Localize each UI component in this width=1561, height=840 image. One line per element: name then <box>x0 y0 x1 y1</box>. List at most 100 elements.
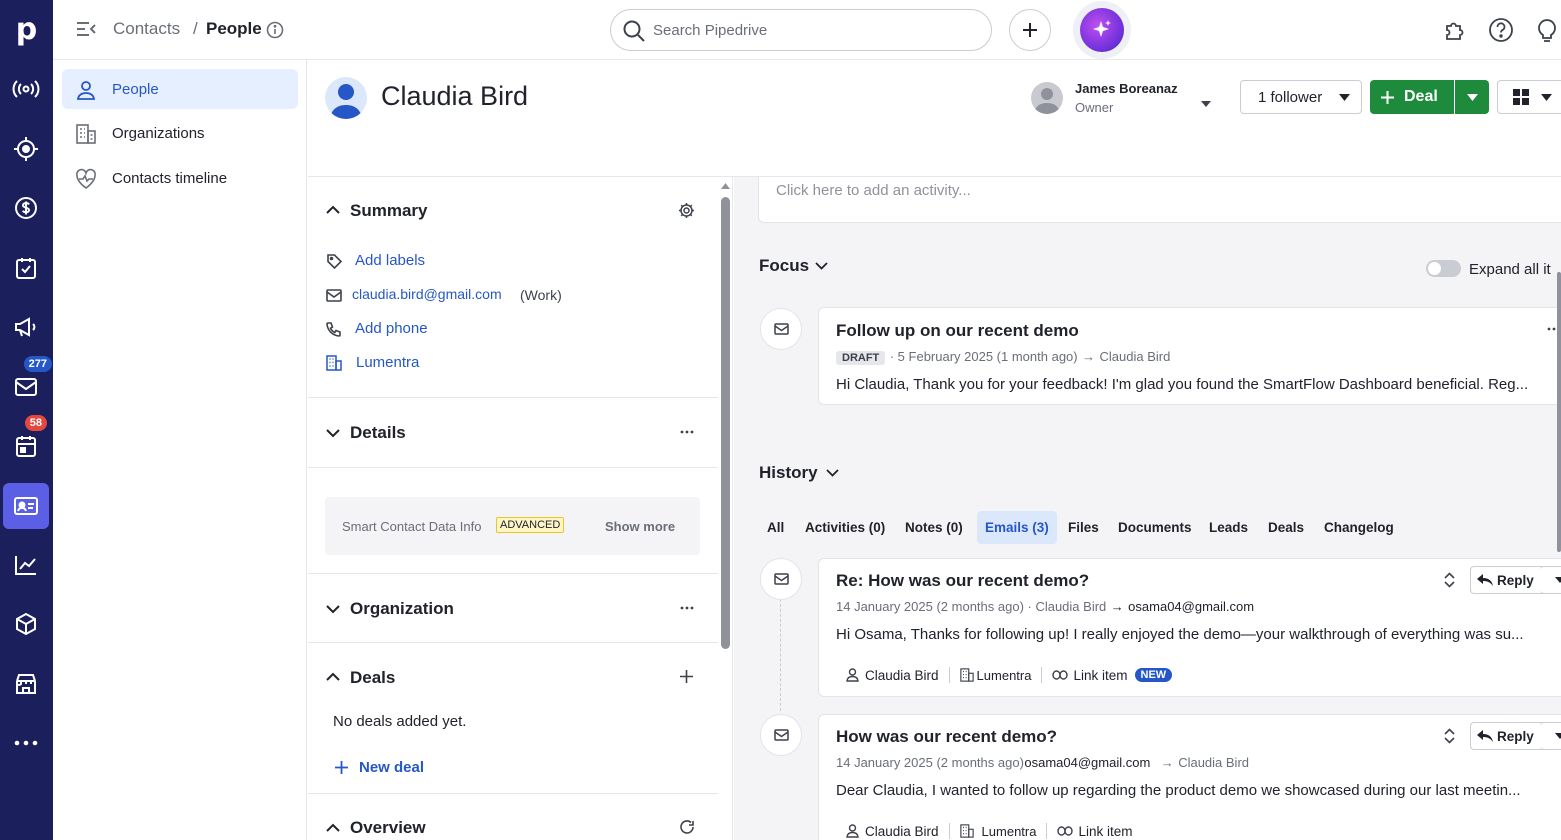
puzzle-icon[interactable] <box>1443 18 1467 47</box>
building-icon <box>959 668 974 682</box>
details-panel: Summary Add labels claudia.bird@gmail.co… <box>308 177 733 840</box>
contacts-icon[interactable] <box>3 483 49 529</box>
products-icon[interactable] <box>3 601 49 647</box>
breadcrumb-contacts[interactable]: Contacts <box>113 19 180 39</box>
target-icon[interactable] <box>3 126 49 172</box>
email-subject[interactable]: Re: How was our recent demo? <box>836 571 1089 591</box>
tab-activities[interactable]: Activities (0) <box>805 520 885 535</box>
refresh-icon[interactable] <box>679 819 695 835</box>
tasks-icon[interactable] <box>3 245 49 291</box>
link-item-button[interactable]: Link item <box>1073 668 1127 683</box>
subnav-item-organizations[interactable]: Organizations <box>62 113 298 153</box>
activity-icon[interactable] <box>3 66 49 112</box>
chevron-down-icon[interactable] <box>826 469 839 477</box>
chevron-down-icon[interactable] <box>326 605 340 614</box>
scroll-up-icon[interactable] <box>721 182 730 190</box>
person-name[interactable]: Claudia Bird <box>381 81 528 112</box>
subnav-item-people[interactable]: People <box>62 69 298 109</box>
org-chip[interactable]: Lumentra <box>977 668 1032 683</box>
focus-title[interactable]: Focus <box>759 256 809 276</box>
tab-notes[interactable]: Notes (0) <box>905 520 963 535</box>
details-title[interactable]: Details <box>350 423 406 443</box>
chevron-down-icon[interactable] <box>326 429 340 438</box>
link-item-button[interactable]: Link item <box>1078 824 1132 839</box>
more-options-icon[interactable] <box>680 430 694 434</box>
tab-changelog[interactable]: Changelog <box>1324 520 1394 535</box>
email-to: osama04@gmail.com <box>1128 599 1255 614</box>
building-icon <box>326 355 342 371</box>
summary-title[interactable]: Summary <box>350 201 427 221</box>
expand-collapse-icon[interactable] <box>1444 728 1455 744</box>
gear-icon[interactable] <box>678 202 695 219</box>
info-icon[interactable] <box>266 21 284 44</box>
expand-all-toggle[interactable] <box>1426 260 1461 277</box>
building-icon <box>959 824 974 838</box>
lightbulb-icon[interactable] <box>1536 17 1558 48</box>
calendar-icon[interactable]: 58 <box>3 415 49 469</box>
add-phone-link[interactable]: Add phone <box>355 320 428 337</box>
scrollbar-thumb[interactable] <box>721 197 730 649</box>
owner-name[interactable]: James Boreanaz <box>1075 81 1178 96</box>
timeline-scrollbar[interactable] <box>1557 272 1561 552</box>
help-icon[interactable] <box>1488 17 1514 48</box>
quick-add-button[interactable] <box>1009 9 1051 51</box>
follower-button[interactable]: 1 follower <box>1240 80 1362 114</box>
add-deal-button[interactable]: Deal <box>1370 80 1454 114</box>
email-card[interactable]: Re: How was our recent demo? 14 January … <box>818 558 1561 697</box>
deals-title[interactable]: Deals <box>350 668 395 688</box>
organization-link[interactable]: Lumentra <box>356 354 419 371</box>
tab-all[interactable]: All <box>767 520 784 535</box>
search-input[interactable]: Search Pipedrive <box>610 9 992 51</box>
reply-dropdown-button[interactable] <box>1540 566 1561 594</box>
overview-title[interactable]: Overview <box>350 818 426 838</box>
chevron-down-icon[interactable] <box>815 262 828 270</box>
show-more-button[interactable]: Show more <box>605 519 675 534</box>
add-labels-link[interactable]: Add labels <box>355 252 425 269</box>
email-card[interactable]: How was our recent demo? 14 January 2025… <box>818 714 1561 840</box>
insights-icon[interactable] <box>3 542 49 588</box>
add-activity-input[interactable]: Click here to add an activity... <box>758 177 1561 223</box>
email-meta: 14 January 2025 (2 months ago) · Claudia… <box>836 599 1107 614</box>
mail-icon[interactable]: 277 <box>3 356 52 410</box>
tab-leads[interactable]: Leads <box>1209 520 1248 535</box>
tab-deals[interactable]: Deals <box>1268 520 1304 535</box>
focus-email-subject[interactable]: Follow up on our recent demo <box>836 321 1079 341</box>
reply-label: Reply <box>1497 572 1534 588</box>
tab-documents[interactable]: Documents <box>1118 520 1192 535</box>
email-chip-row: Claudia Bird Lumentra Link item <box>846 823 1133 839</box>
org-chip[interactable]: Lumentra <box>982 824 1037 839</box>
campaigns-icon[interactable] <box>3 304 49 350</box>
deal-dropdown-button[interactable] <box>1455 80 1489 114</box>
tab-emails[interactable]: Emails (3) <box>977 511 1057 544</box>
dollar-icon[interactable] <box>3 185 49 231</box>
tab-files[interactable]: Files <box>1068 520 1099 535</box>
more-icon[interactable] <box>3 720 49 766</box>
owner-dropdown-icon[interactable] <box>1200 95 1212 113</box>
advanced-badge: ADVANCED <box>496 517 565 533</box>
menu-collapse-icon[interactable] <box>75 18 97 45</box>
follower-label: 1 follower <box>1258 88 1323 106</box>
new-deal-link[interactable]: New deal <box>359 759 424 776</box>
person-chip[interactable]: Claudia Bird <box>865 668 939 683</box>
person-chip[interactable]: Claudia Bird <box>865 824 939 839</box>
expand-collapse-icon[interactable] <box>1444 572 1455 588</box>
panel-scrollbar[interactable] <box>721 182 730 840</box>
person-icon <box>846 668 859 682</box>
more-options-icon[interactable] <box>680 606 694 610</box>
organization-title[interactable]: Organization <box>350 599 454 619</box>
plus-icon[interactable] <box>680 670 693 683</box>
pipedrive-logo[interactable]: p <box>0 0 53 58</box>
chevron-up-icon[interactable] <box>326 672 340 681</box>
chevron-up-icon[interactable] <box>326 823 340 832</box>
history-title[interactable]: History <box>759 463 818 483</box>
view-options-button[interactable] <box>1497 80 1561 114</box>
marketplace-icon[interactable] <box>3 661 49 707</box>
reply-dropdown-button[interactable] <box>1540 722 1561 750</box>
mail-icon <box>326 289 342 302</box>
email-link[interactable]: claudia.bird@gmail.com <box>352 286 502 302</box>
focus-email-card[interactable]: Follow up on our recent demo DRAFT · 5 F… <box>818 307 1561 405</box>
chevron-up-icon[interactable] <box>326 205 340 214</box>
email-subject[interactable]: How was our recent demo? <box>836 727 1057 747</box>
subnav-item-contacts-timeline[interactable]: Contacts timeline <box>62 158 298 198</box>
ai-assistant-button[interactable] <box>1073 1 1131 59</box>
